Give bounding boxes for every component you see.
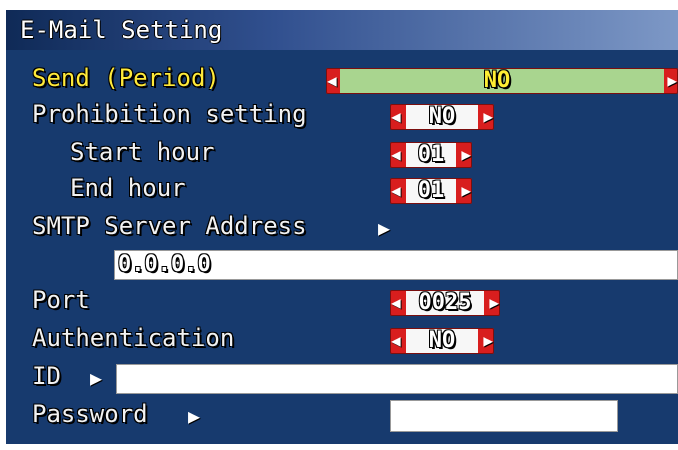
password-field[interactable] [390, 400, 618, 432]
right-arrow-icon[interactable]: ▶ [461, 144, 471, 166]
smtp-server-address-value: 0.0.0.0 [118, 252, 211, 277]
password-label: Password [32, 400, 148, 428]
right-arrow-icon[interactable]: ▶ [483, 106, 493, 128]
authentication-label: Authentication [32, 324, 235, 352]
right-arrow-icon[interactable]: ▶ [667, 70, 677, 92]
id-field[interactable] [116, 364, 678, 394]
right-arrow-icon[interactable]: ▶ [461, 180, 471, 202]
smtp-server-address-label: SMTP Server Address [32, 212, 307, 240]
port-label: Port [32, 286, 90, 314]
play-arrow-icon[interactable]: ▶ [378, 216, 390, 240]
end-hour-label: End hour [70, 174, 186, 202]
authentication-selector[interactable]: ◀ NO ▶ [390, 328, 494, 354]
id-label: ID [32, 362, 61, 390]
send-period-label: Send (Period) [32, 64, 220, 92]
smtp-server-address-field[interactable]: 0.0.0.0 [114, 250, 678, 280]
prohibition-setting-label: Prohibition setting [32, 100, 307, 128]
end-hour-selector[interactable]: ◀ 01 ▶ [390, 178, 472, 204]
right-arrow-icon[interactable]: ▶ [483, 330, 493, 352]
authentication-value: NO [428, 328, 456, 353]
send-period-value: NO [483, 68, 511, 93]
email-setting-screen: E-Mail Setting Send (Period) ◀ NO ▶ Proh… [6, 10, 678, 444]
play-arrow-icon[interactable]: ▶ [188, 404, 200, 428]
end-hour-value: 01 [417, 178, 445, 203]
prohibition-setting-value: NO [428, 104, 456, 129]
port-selector[interactable]: ◀ 0025 ▶ [390, 290, 500, 316]
port-value: 0025 [418, 290, 472, 315]
page-title: E-Mail Setting [20, 16, 223, 44]
title-bar: E-Mail Setting [6, 10, 678, 50]
right-arrow-icon[interactable]: ▶ [489, 292, 499, 314]
start-hour-label: Start hour [70, 138, 215, 166]
play-arrow-icon[interactable]: ▶ [90, 366, 102, 390]
start-hour-value: 01 [417, 142, 445, 167]
send-period-selector[interactable]: ◀ NO ▶ [326, 68, 678, 94]
start-hour-selector[interactable]: ◀ 01 ▶ [390, 142, 472, 168]
prohibition-setting-selector[interactable]: ◀ NO ▶ [390, 104, 494, 130]
